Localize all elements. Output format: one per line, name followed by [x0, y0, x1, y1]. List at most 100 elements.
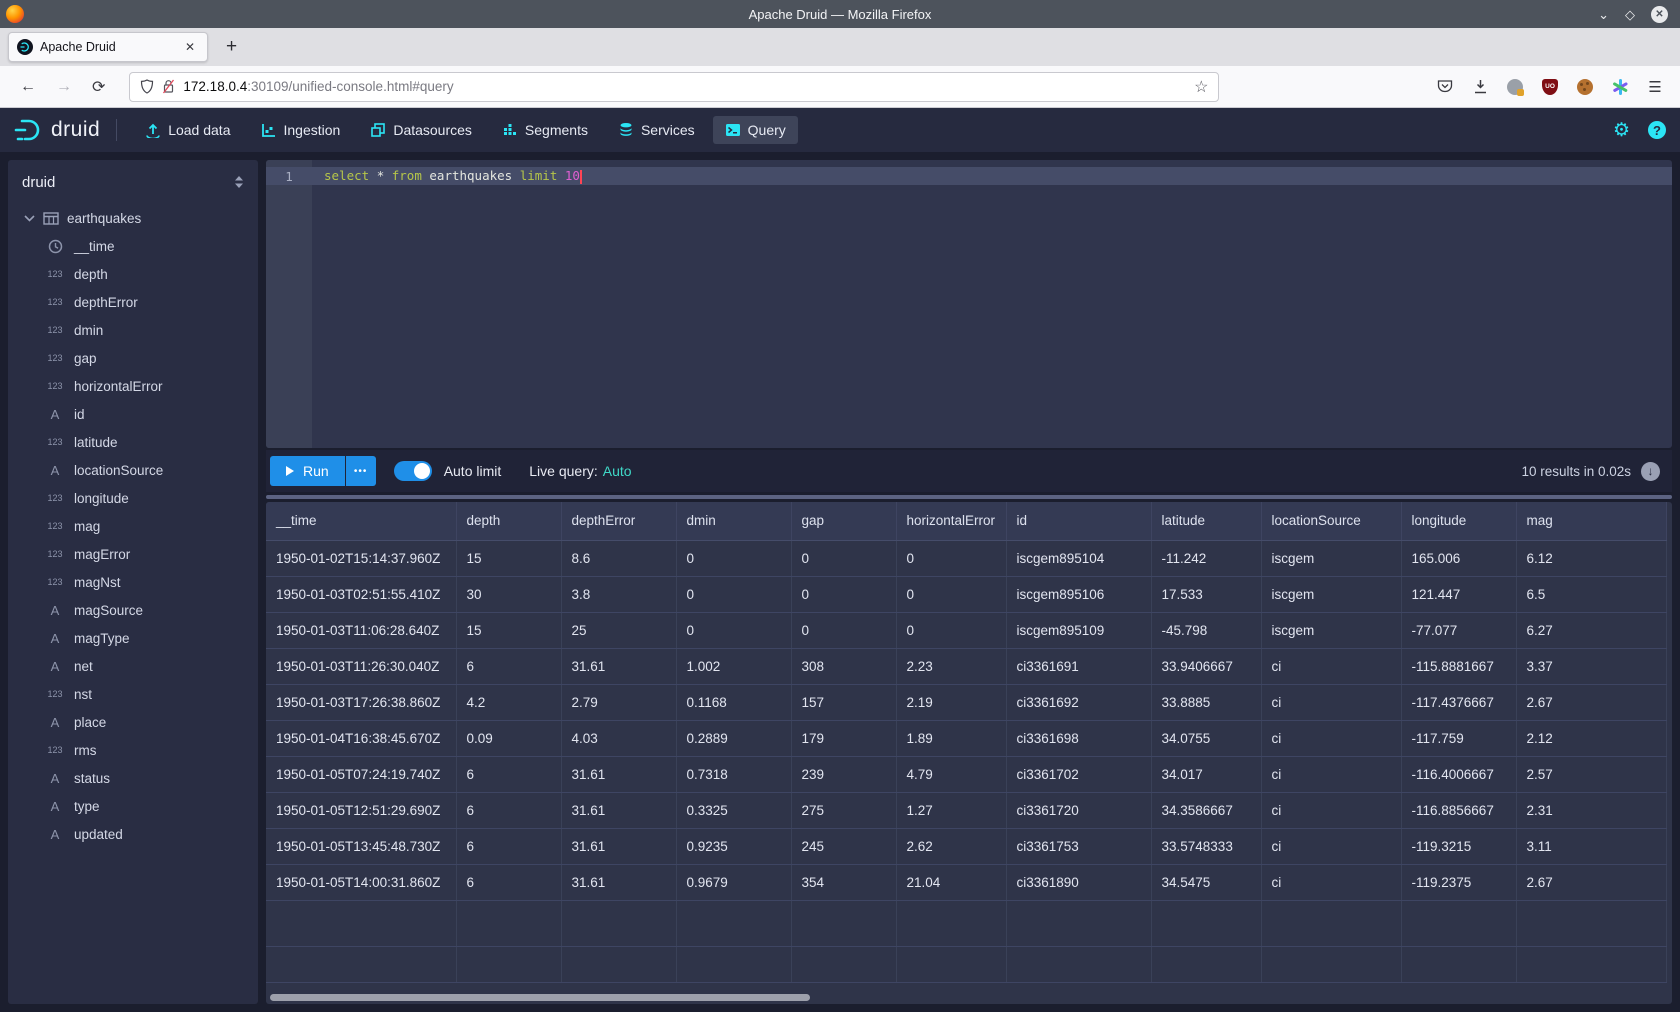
- table-cell[interactable]: 0.09: [456, 720, 561, 756]
- run-more-button[interactable]: •••: [346, 456, 376, 486]
- column-item-locationSource[interactable]: AlocationSource: [8, 456, 258, 484]
- table-cell[interactable]: 34.5475: [1151, 864, 1261, 900]
- pocket-icon[interactable]: [1436, 78, 1454, 96]
- table-cell[interactable]: 30: [456, 576, 561, 612]
- bookmark-star-icon[interactable]: ☆: [1194, 77, 1208, 97]
- table-cell[interactable]: 121.447: [1401, 576, 1516, 612]
- table-cell[interactable]: 6.5: [1516, 576, 1666, 612]
- column-item-magType[interactable]: AmagType: [8, 624, 258, 652]
- table-cell[interactable]: 31.61: [561, 756, 676, 792]
- table-cell[interactable]: 0.2889: [676, 720, 791, 756]
- table-cell[interactable]: 3.37: [1516, 648, 1666, 684]
- table-cell[interactable]: 1950-01-03T02:51:55.410Z: [266, 576, 456, 612]
- table-cell[interactable]: 21.04: [896, 864, 1006, 900]
- table-cell[interactable]: 2.19: [896, 684, 1006, 720]
- table-cell[interactable]: 0: [676, 612, 791, 648]
- table-cell[interactable]: 6.27: [1516, 612, 1666, 648]
- table-cell[interactable]: ci3361698: [1006, 720, 1151, 756]
- column-item-status[interactable]: Astatus: [8, 764, 258, 792]
- column-header-locationSource[interactable]: locationSource: [1261, 502, 1401, 540]
- table-cell[interactable]: ci3361890: [1006, 864, 1151, 900]
- new-tab-button[interactable]: +: [220, 36, 243, 58]
- column-item-updated[interactable]: Aupdated: [8, 820, 258, 848]
- table-cell[interactable]: 0: [791, 540, 896, 576]
- column-header-mag[interactable]: mag: [1516, 502, 1666, 540]
- tree-item-earthquakes[interactable]: earthquakes: [8, 204, 258, 232]
- url-text[interactable]: 172.18.0.4:30109/unified-console.html#qu…: [183, 79, 1186, 94]
- table-cell[interactable]: iscgem: [1261, 576, 1401, 612]
- table-cell[interactable]: -119.2375: [1401, 864, 1516, 900]
- live-query-value[interactable]: Auto: [603, 463, 632, 479]
- table-cell[interactable]: 1950-01-03T11:06:28.640Z: [266, 612, 456, 648]
- shield-icon[interactable]: [140, 79, 154, 94]
- table-cell[interactable]: 1950-01-02T15:14:37.960Z: [266, 540, 456, 576]
- nav-item-query[interactable]: Query: [713, 116, 798, 144]
- run-button[interactable]: Run: [270, 456, 345, 486]
- table-cell[interactable]: 3.11: [1516, 828, 1666, 864]
- table-cell[interactable]: 4.03: [561, 720, 676, 756]
- table-cell[interactable]: 8.6: [561, 540, 676, 576]
- table-cell[interactable]: 34.017: [1151, 756, 1261, 792]
- table-cell[interactable]: ci: [1261, 648, 1401, 684]
- extension-icon[interactable]: [1506, 78, 1524, 96]
- table-cell[interactable]: 2.57: [1516, 756, 1666, 792]
- table-cell[interactable]: ci: [1261, 756, 1401, 792]
- table-cell[interactable]: 2.31: [1516, 792, 1666, 828]
- column-header-depthError[interactable]: depthError: [561, 502, 676, 540]
- table-cell[interactable]: iscgem895106: [1006, 576, 1151, 612]
- table-cell[interactable]: 25: [561, 612, 676, 648]
- table-cell[interactable]: 1.89: [896, 720, 1006, 756]
- minimize-icon[interactable]: ⌄: [1598, 8, 1609, 21]
- table-cell[interactable]: 308: [791, 648, 896, 684]
- table-cell[interactable]: 0: [791, 576, 896, 612]
- column-item-magSource[interactable]: AmagSource: [8, 596, 258, 624]
- table-cell[interactable]: 1950-01-05T07:24:19.740Z: [266, 756, 456, 792]
- table-cell[interactable]: ci3361691: [1006, 648, 1151, 684]
- table-cell[interactable]: 354: [791, 864, 896, 900]
- table-cell[interactable]: 239: [791, 756, 896, 792]
- table-cell[interactable]: 0.9235: [676, 828, 791, 864]
- table-cell[interactable]: 0: [676, 540, 791, 576]
- nav-item-ingestion[interactable]: Ingestion: [249, 116, 353, 144]
- column-item-latitude[interactable]: 123latitude: [8, 428, 258, 456]
- column-header-depth[interactable]: depth: [456, 502, 561, 540]
- table-cell[interactable]: iscgem895109: [1006, 612, 1151, 648]
- table-cell[interactable]: 0: [896, 540, 1006, 576]
- tab-apache-druid[interactable]: Apache Druid ✕: [8, 32, 208, 62]
- column-item-longitude[interactable]: 123longitude: [8, 484, 258, 512]
- table-cell[interactable]: 0: [896, 612, 1006, 648]
- druid-logo[interactable]: druid: [14, 118, 100, 142]
- nav-item-segments[interactable]: Segments: [490, 116, 600, 144]
- column-header-id[interactable]: id: [1006, 502, 1151, 540]
- table-cell[interactable]: ci3361702: [1006, 756, 1151, 792]
- column-item-rms[interactable]: 123rms: [8, 736, 258, 764]
- panel-splitter[interactable]: [266, 492, 1672, 502]
- table-cell[interactable]: 2.62: [896, 828, 1006, 864]
- maximize-icon[interactable]: ◇: [1625, 8, 1635, 21]
- table-cell[interactable]: 1.002: [676, 648, 791, 684]
- cookie-icon[interactable]: [1576, 78, 1594, 96]
- table-cell[interactable]: ci: [1261, 792, 1401, 828]
- table-cell[interactable]: iscgem: [1261, 612, 1401, 648]
- auto-limit-toggle[interactable]: [394, 461, 432, 481]
- table-cell[interactable]: 6: [456, 792, 561, 828]
- table-cell[interactable]: 165.006: [1401, 540, 1516, 576]
- table-cell[interactable]: 0.1168: [676, 684, 791, 720]
- column-item-horizontalError[interactable]: 123horizontalError: [8, 372, 258, 400]
- table-cell[interactable]: 4.2: [456, 684, 561, 720]
- table-cell[interactable]: 0: [896, 576, 1006, 612]
- table-cell[interactable]: 1950-01-03T17:26:38.860Z: [266, 684, 456, 720]
- nav-item-datasources[interactable]: Datasources: [358, 116, 484, 144]
- table-cell[interactable]: -117.759: [1401, 720, 1516, 756]
- column-header-latitude[interactable]: latitude: [1151, 502, 1261, 540]
- sql-text[interactable]: select * from earthquakes limit 10: [312, 168, 582, 184]
- column-item-mag[interactable]: 123mag: [8, 512, 258, 540]
- download-results-icon[interactable]: ↓: [1641, 462, 1660, 481]
- table-cell[interactable]: 4.79: [896, 756, 1006, 792]
- table-cell[interactable]: 1950-01-03T11:26:30.040Z: [266, 648, 456, 684]
- table-cell[interactable]: ci: [1261, 864, 1401, 900]
- tab-close-icon[interactable]: ✕: [181, 38, 199, 56]
- table-cell[interactable]: 157: [791, 684, 896, 720]
- table-cell[interactable]: 179: [791, 720, 896, 756]
- column-item-id[interactable]: Aid: [8, 400, 258, 428]
